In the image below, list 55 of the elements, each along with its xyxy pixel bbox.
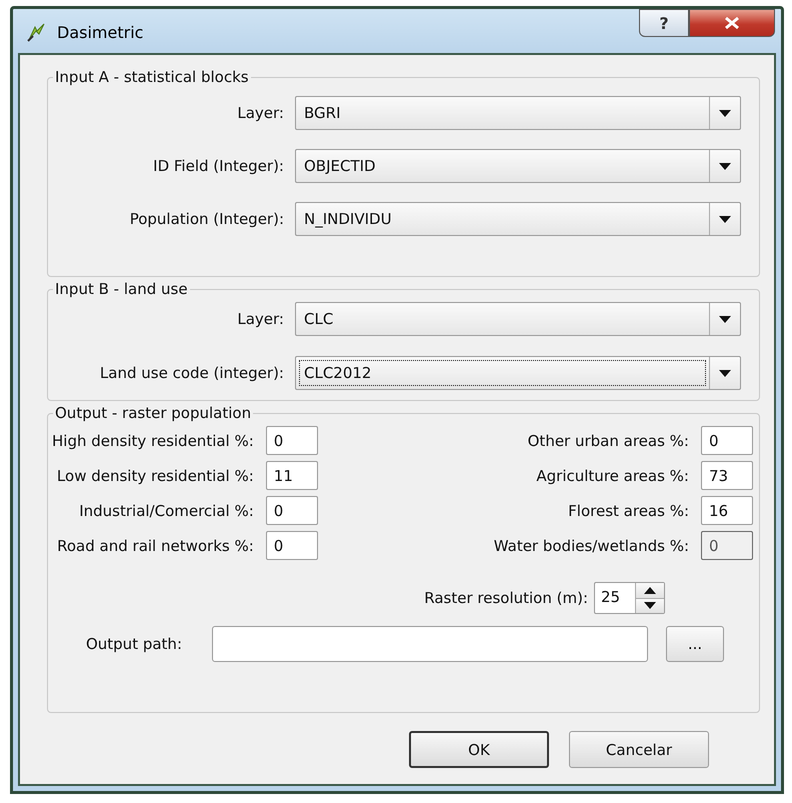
window-title: Dasimetric	[57, 22, 144, 42]
input-field[interactable]: 0	[266, 426, 318, 455]
field-label: Low density residential %:	[56, 466, 254, 484]
dialog-button[interactable]: OK	[409, 731, 549, 768]
spin-up-button[interactable]	[636, 583, 664, 598]
input-field[interactable]: 0	[701, 426, 753, 455]
field-label: Land use code (integer):	[98, 364, 285, 382]
dropdown-value: CLC2012	[300, 361, 705, 385]
field-label: Raster resolution (m):	[424, 589, 588, 607]
field-label: Water bodies/wetlands %:	[494, 536, 689, 554]
spin-value: 25	[600, 587, 622, 608]
group-title: Input A - statistical blocks	[53, 68, 251, 86]
close-button[interactable]	[689, 9, 775, 37]
browse-button[interactable]: ...	[666, 626, 724, 662]
dropdown[interactable]: CLC	[295, 302, 741, 336]
help-button[interactable]: ?	[639, 9, 689, 37]
dropdown-value: CLC	[303, 309, 334, 330]
field-label: Output path:	[84, 635, 182, 653]
dropdown[interactable]: N_INDIVIDU	[295, 202, 741, 236]
spin-box[interactable]: 25	[594, 582, 665, 614]
spin-down-button[interactable]	[636, 598, 664, 613]
dialog-button[interactable]: Cancelar	[569, 731, 709, 768]
input-field[interactable]: 11	[266, 461, 318, 490]
path-field[interactable]	[212, 626, 648, 662]
caret-icon	[719, 110, 731, 116]
app-icon	[25, 21, 47, 43]
group-title: Output - raster population	[53, 404, 254, 422]
dropdown[interactable]: BGRI	[295, 96, 741, 130]
dropdown-value: N_INDIVIDU	[303, 209, 393, 230]
field-label: Other urban areas %:	[528, 432, 689, 450]
caret-icon	[719, 370, 731, 376]
input-field[interactable]: 0	[266, 531, 318, 560]
dropdown[interactable]: OBJECTID	[295, 149, 741, 183]
down-arrow-icon	[644, 602, 656, 610]
caret-icon	[719, 216, 731, 222]
field-label: High density residential %:	[52, 432, 254, 450]
input-field[interactable]: 16	[701, 496, 753, 525]
caret-icon	[719, 316, 731, 322]
field-label: Florest areas %:	[568, 502, 689, 520]
field-label: ID Field (Integer):	[152, 157, 285, 175]
caret-icon	[719, 162, 731, 170]
group-title: Input B - land use	[53, 280, 190, 298]
close-icon	[723, 16, 741, 30]
input-field[interactable]: 0	[266, 496, 318, 525]
field-label: Agriculture areas %:	[536, 466, 689, 484]
input-field[interactable]: 73	[701, 461, 753, 490]
field-label: Layer:	[236, 104, 285, 122]
field-label: Industrial/Comercial %:	[79, 502, 254, 520]
dropdown[interactable]: CLC2012	[295, 356, 741, 390]
field-label: Road and rail networks %:	[57, 536, 254, 554]
field-label: Layer:	[236, 310, 285, 328]
up-arrow-icon	[644, 586, 656, 594]
field-label: Population (Integer):	[128, 210, 285, 228]
dropdown-value: OBJECTID	[303, 156, 377, 177]
dropdown-value: BGRI	[303, 103, 342, 124]
